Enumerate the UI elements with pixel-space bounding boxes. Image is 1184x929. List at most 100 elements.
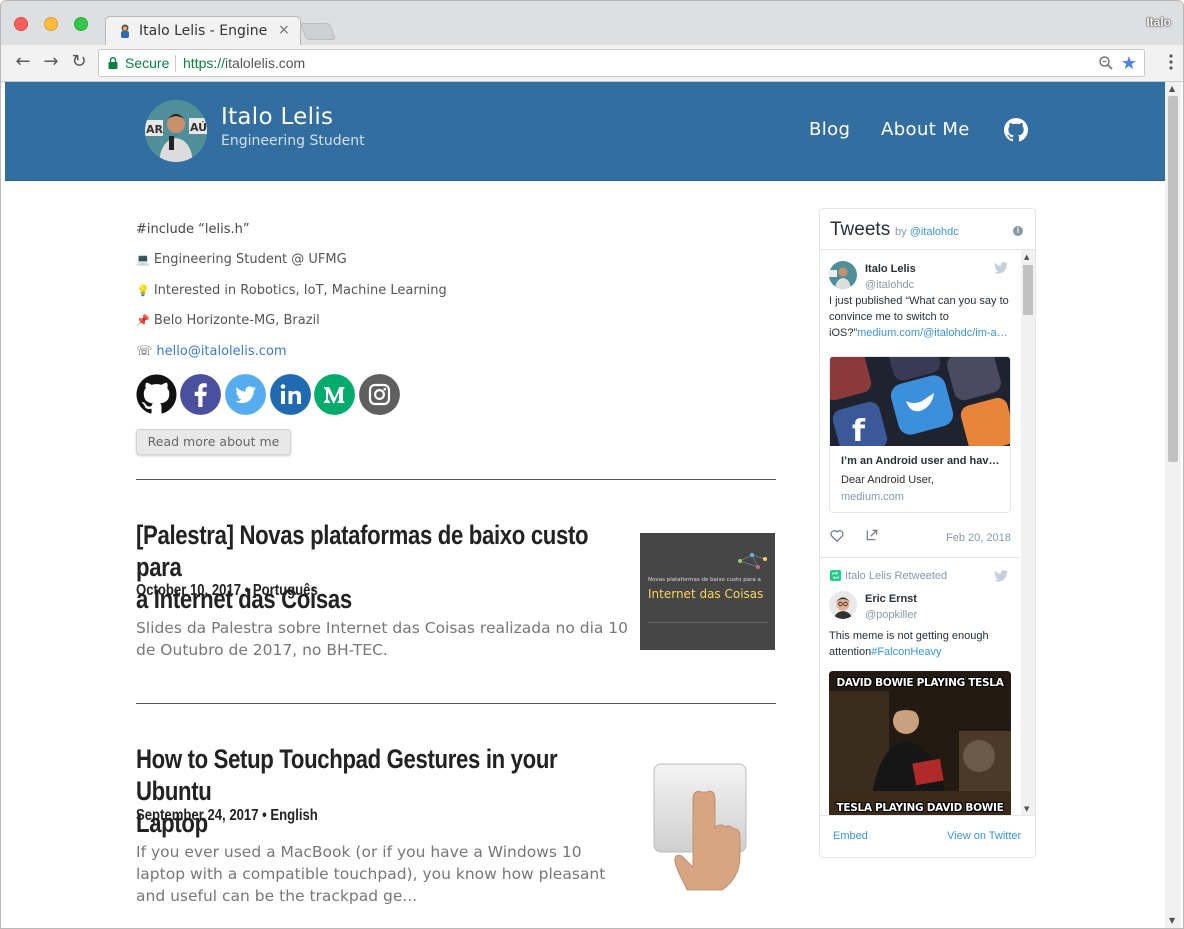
secure-label: Secure (125, 55, 170, 71)
twitter-bird-icon[interactable] (994, 570, 1008, 582)
email-link[interactable]: hello@italolelis.com (156, 344, 286, 359)
page-scroll-thumb[interactable] (1168, 96, 1178, 462)
retweet-icon (830, 570, 841, 581)
twitter-widget-header: Tweets by @italohdc i (820, 209, 1035, 250)
intro-line-interests: 💡 Interested in Robotics, IoT, Machine L… (136, 283, 447, 298)
tweet-text: This meme is not getting enough attentio… (829, 628, 1014, 660)
url-host: italolelis.com (225, 55, 306, 71)
meme-bottom-caption: TESLA PLAYING DAVID BOWIE (836, 802, 1004, 814)
site-header: AR AÚ Italo Lelis Engineering Student Bl… (5, 82, 1165, 181)
thumbnail-caption-big: Internet das Coisas (648, 587, 764, 601)
post-excerpt: Slides da Palestra sobre Internet das Co… (136, 619, 629, 659)
tweet-feed-scroll-thumb[interactable] (1023, 265, 1033, 315)
share-icon[interactable] (865, 528, 879, 542)
twitter-icon[interactable] (225, 374, 266, 415)
like-heart-icon[interactable] (830, 529, 844, 542)
intro-line-location: 📌 Belo Horizonte-MG, Brazil (136, 313, 320, 328)
new-tab-button[interactable] (299, 23, 337, 40)
read-more-button[interactable]: Read more about me (136, 429, 291, 455)
post-thumbnail[interactable] (645, 756, 760, 896)
tweet-author-avatar[interactable] (829, 591, 857, 619)
tweet-separator (820, 557, 1020, 558)
back-icon[interactable]: ← (12, 51, 34, 73)
nav-about-me-link[interactable]: About Me (881, 119, 970, 140)
pin-icon: 📌 (136, 314, 150, 327)
tweet-media-image[interactable]: DAVID BOWIE PLAYING TESLA TESLA PLAYING … (829, 671, 1011, 815)
tweet-feed[interactable]: Italo Lelis @italohdc I just published “… (820, 250, 1020, 815)
tweets-by-handle-link[interactable]: @italohdc (910, 226, 959, 238)
link-card[interactable]: f I’m an Android user and hav… Dear Andr… (829, 356, 1011, 513)
intro-line-education: 💻 Engineering Student @ UFMG (136, 252, 347, 267)
linkedin-icon[interactable] (270, 374, 311, 415)
page-scrollbar[interactable]: ▲ ▼ (1165, 82, 1181, 928)
intro-text: Interested in Robotics, IoT, Machine Lea… (153, 283, 447, 298)
divider (136, 479, 776, 480)
info-icon[interactable]: i (1013, 226, 1023, 236)
tweet-author-name[interactable]: Italo Lelis (865, 263, 916, 275)
title-bar: Italo Lelis - Engineer × Italo (1, 1, 1183, 46)
minimize-window-button[interactable] (44, 17, 58, 31)
profile-button[interactable]: Italo (1146, 15, 1171, 29)
nav-blog-link[interactable]: Blog (809, 119, 850, 140)
card-image: f (830, 357, 1010, 457)
phone-icon: ☏ (136, 344, 153, 359)
page-viewport: AR AÚ Italo Lelis Engineering Student Bl… (5, 82, 1165, 928)
meme-top-caption: DAVID BOWIE PLAYING TESLA (836, 677, 1004, 689)
tweet-hashtag-link[interactable]: #FalconHeavy (871, 646, 941, 658)
site-name[interactable]: Italo Lelis (221, 104, 333, 130)
tweets-by-prefix: by (895, 226, 910, 238)
browser-menu-icon[interactable] (1169, 53, 1173, 71)
tweets-by: by @italohdc (895, 226, 959, 238)
lock-icon (108, 57, 118, 69)
tweet-author-name[interactable]: Eric Ernst (865, 593, 917, 605)
profile-avatar[interactable]: AR AÚ (145, 100, 207, 162)
facebook-icon[interactable] (180, 374, 221, 415)
github-icon[interactable] (136, 374, 177, 415)
intro-text: Engineering Student @ UFMG (153, 252, 347, 267)
tweets-title: Tweets (830, 219, 891, 240)
card-title: I’m an Android user and hav… (841, 455, 1000, 467)
bookmark-star-icon[interactable]: ★ (1121, 53, 1137, 74)
forward-icon[interactable]: → (40, 51, 62, 73)
instagram-icon[interactable] (359, 374, 400, 415)
url-text[interactable]: https://italolelis.com (183, 55, 305, 71)
tweet-author-avatar[interactable] (829, 261, 857, 289)
tweet-feed-scrollbar[interactable]: ▲ ▼ (1021, 250, 1035, 815)
reload-icon[interactable]: ↻ (68, 51, 90, 73)
view-on-twitter-link[interactable]: View on Twitter (947, 830, 1021, 842)
site-favicon-icon (121, 24, 129, 38)
github-icon[interactable] (1004, 118, 1028, 142)
intro-line-email: ☏ hello@italolelis.com (136, 344, 287, 359)
tab-title: Italo Lelis - Engineer (139, 23, 267, 39)
post-thumbnail[interactable]: Novas plataformas de baixo custo para a … (640, 533, 775, 650)
card-description: Dear Android User, (841, 474, 934, 486)
tweet-author-handle[interactable]: @popkiller (865, 609, 917, 621)
tweet-date[interactable]: Feb 20, 2018 (946, 532, 1011, 544)
tab-close-icon[interactable]: × (278, 22, 290, 38)
svg-text:AR: AR (146, 123, 164, 136)
post-meta: September 24, 2017 • English (136, 807, 318, 824)
medium-icon[interactable] (314, 374, 355, 415)
lightbulb-icon: 💡 (136, 284, 150, 297)
address-bar[interactable]: Secure https://italolelis.com ★ (98, 49, 1145, 77)
url-scheme: https:// (183, 55, 226, 71)
close-window-button[interactable] (14, 17, 28, 31)
tweet-author-handle[interactable]: @italohdc (865, 279, 914, 291)
scroll-down-arrow-icon[interactable]: ▼ (1024, 805, 1029, 813)
maximize-window-button[interactable] (74, 17, 88, 31)
site-tagline: Engineering Student (221, 133, 365, 149)
twitter-widget-footer: Embed View on Twitter (820, 815, 1035, 857)
scroll-up-arrow-icon[interactable]: ▲ (1024, 253, 1029, 261)
post-title-line: How to Setup Touchpad Gestures in your U… (136, 744, 558, 806)
svg-text:f: f (852, 414, 866, 446)
post-title[interactable]: [Palestra] Novas plataformas de baixo cu… (136, 519, 628, 615)
twitter-bird-icon[interactable] (994, 262, 1008, 274)
tweet-link[interactable]: medium.com/@italohdc/im-a… (857, 327, 1008, 339)
include-line: #include “lelis.h” (136, 222, 250, 237)
scroll-down-arrow-icon[interactable]: ▼ (1169, 916, 1175, 925)
embed-link[interactable]: Embed (833, 830, 868, 842)
browser-tab[interactable]: Italo Lelis - Engineer × (105, 16, 301, 46)
scroll-up-arrow-icon[interactable]: ▲ (1169, 84, 1175, 93)
zoom-icon[interactable] (1098, 55, 1114, 71)
browser-window: Italo Lelis - Engineer × Italo ← → ↻ Sec… (0, 0, 1184, 929)
